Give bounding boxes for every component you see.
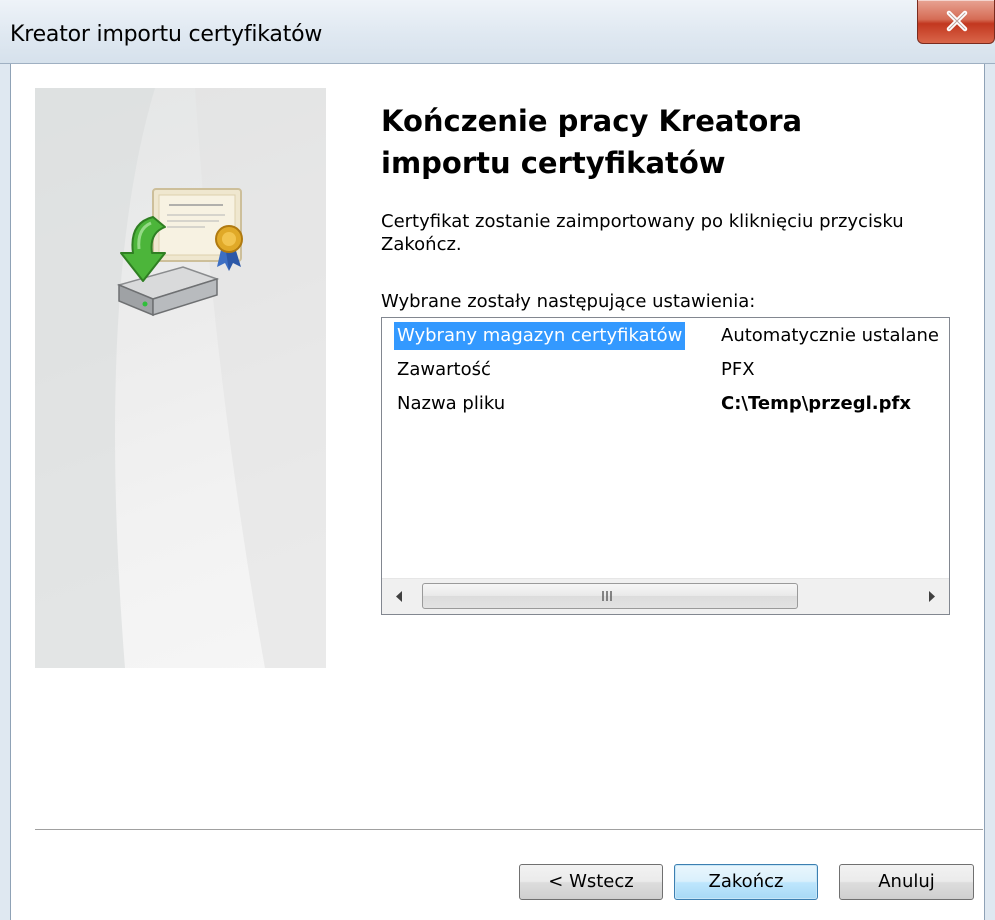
setting-value: C:\Temp\przegl.pfx — [721, 393, 911, 414]
list-item[interactable]: Zawartość PFX — [382, 356, 949, 384]
grip-icon — [602, 591, 612, 601]
setting-value: PFX — [721, 359, 755, 380]
finish-button[interactable]: Zakończ — [674, 864, 818, 900]
window-title: Kreator importu certyfikatów — [10, 22, 323, 47]
back-button[interactable]: < Wstecz — [519, 864, 663, 900]
scroll-left-icon — [396, 591, 402, 602]
window-frame-right — [984, 64, 995, 920]
certificate-import-icon — [116, 188, 243, 317]
close-icon — [946, 10, 968, 32]
cancel-button[interactable]: Anuluj — [839, 864, 974, 900]
settings-list-label: Wybrane zostały następujące ustawienia: — [381, 291, 756, 312]
wizard-page: Kończenie pracy Kreatora importu certyfi… — [11, 64, 984, 920]
wizard-watermark — [35, 88, 326, 668]
setting-name: Wybrany magazyn certyfikatów — [394, 322, 686, 350]
page-title: Kończenie pracy Kreatora importu certyfi… — [381, 104, 803, 180]
setting-value: Automatycznie ustalane — [721, 325, 940, 346]
setting-name: Zawartość — [397, 359, 491, 380]
settings-listview[interactable]: Wybrany magazyn certyfikatów Automatyczn… — [381, 317, 950, 615]
title-bar: Kreator importu certyfikatów — [0, 0, 995, 64]
scroll-right-icon — [929, 591, 935, 602]
scroll-right-button[interactable] — [913, 579, 949, 614]
setting-name: Nazwa pliku — [397, 393, 506, 414]
button-separator — [35, 829, 983, 831]
list-item[interactable]: Wybrany magazyn certyfikatów Automatyczn… — [382, 322, 949, 350]
scroll-left-button[interactable] — [382, 579, 418, 614]
close-button[interactable] — [917, 0, 995, 44]
window-frame-left — [0, 64, 11, 920]
watermark-shading — [35, 88, 326, 668]
horizontal-scrollbar[interactable] — [382, 578, 949, 614]
completion-description: Certyfikat zostanie zaimportowany po kli… — [381, 211, 904, 255]
list-item[interactable]: Nazwa pliku C:\Temp\przegl.pfx — [382, 390, 949, 418]
scroll-thumb[interactable] — [422, 583, 798, 609]
